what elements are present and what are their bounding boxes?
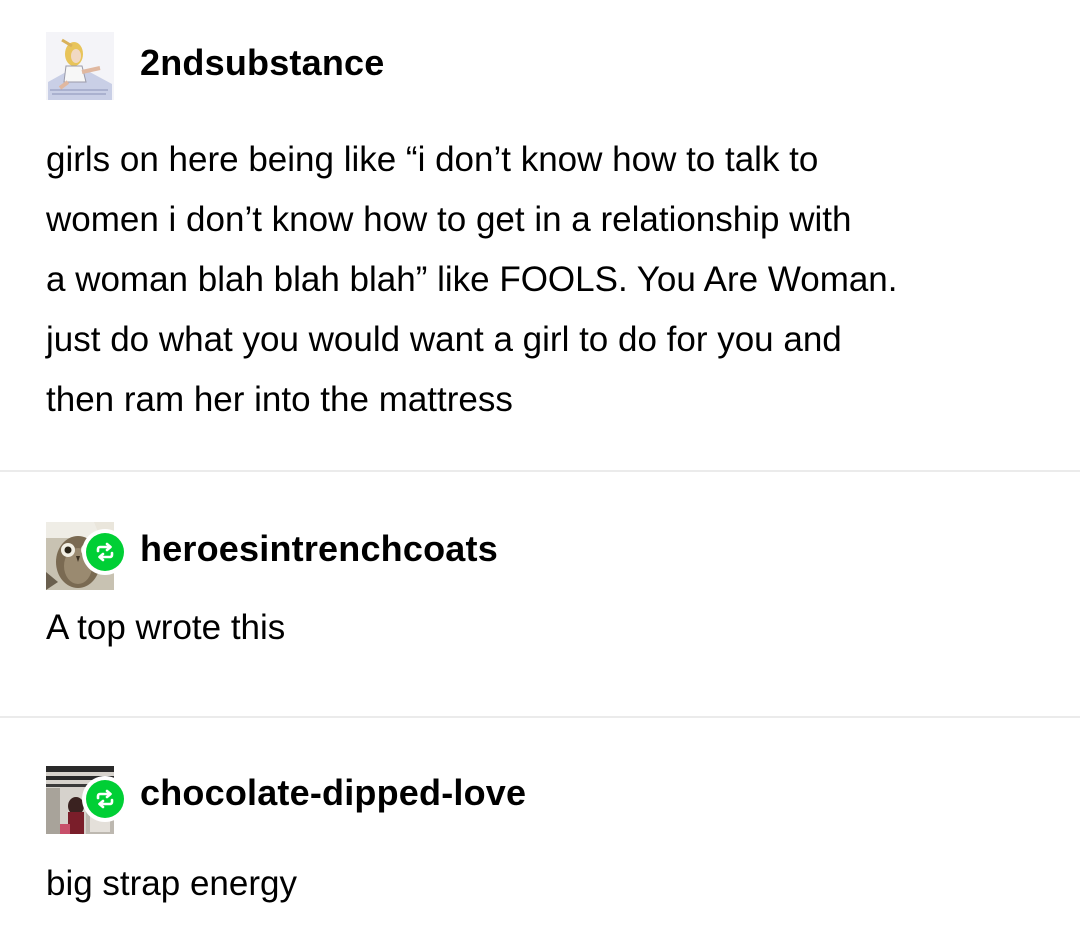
post-body-line: a woman blah blah blah” like FOOLS. You …: [46, 260, 898, 299]
username[interactable]: 2ndsubstance: [140, 42, 384, 84]
reblog-comment: chocolate-dipped-love big strap energy: [0, 718, 1080, 938]
reblog-icon: [96, 789, 114, 809]
post-body-line: then ram her into the mattress: [46, 380, 513, 419]
post-body: girls on here being like “i don’t know h…: [46, 130, 1046, 430]
post-body-line: A top wrote this: [46, 608, 286, 647]
reblog-icon: [96, 542, 114, 562]
reblog-comment: heroesintrenchcoats A top wrote this: [0, 472, 1080, 716]
post-body-line: girls on here being like “i don’t know h…: [46, 140, 819, 179]
reblog-badge: [82, 529, 128, 575]
username[interactable]: heroesintrenchcoats: [140, 528, 498, 570]
illustrated-person-avatar-icon: [46, 32, 114, 100]
post-body: big strap energy: [46, 854, 1046, 914]
post-original: 2ndsubstance girls on here being like “i…: [0, 0, 1080, 470]
avatar[interactable]: [46, 32, 114, 100]
post-body-line: just do what you would want a girl to do…: [46, 320, 842, 359]
reblog-badge: [82, 776, 128, 822]
post-body: A top wrote this: [46, 598, 1046, 658]
post-body-line: women i don’t know how to get in a relat…: [46, 200, 852, 239]
username[interactable]: chocolate-dipped-love: [140, 772, 526, 814]
post-body-line: big strap energy: [46, 864, 297, 903]
